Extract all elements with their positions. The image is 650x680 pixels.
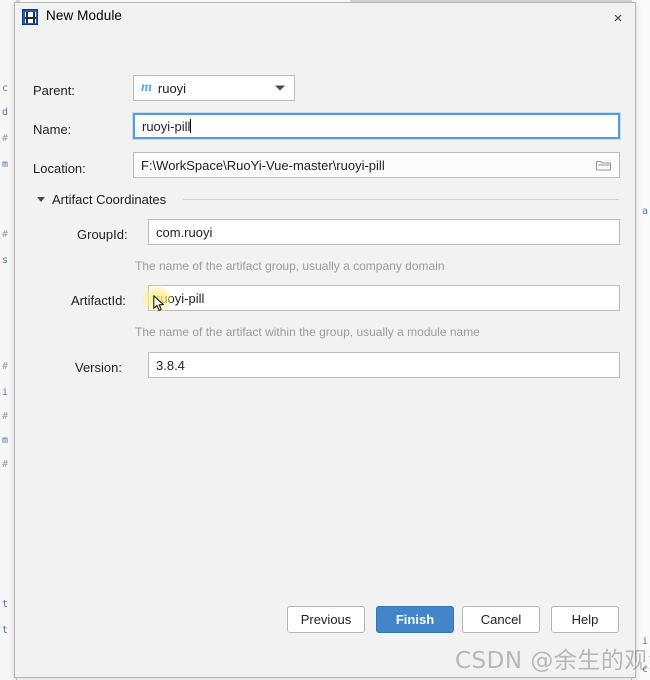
gutter-glyph: # — [2, 133, 9, 144]
dialog-body: Parent: m ruoyi Name: ruoyi-pill Locatio… — [15, 31, 635, 643]
finish-button[interactable]: Finish — [376, 606, 454, 633]
version-input-value: 3.8.4 — [156, 357, 185, 373]
gutter-glyph: m — [2, 435, 9, 446]
cancel-button[interactable]: Cancel — [462, 606, 540, 633]
location-input[interactable]: F:\WorkSpace\RuoYi-Vue-master\ruoyi-pill — [133, 152, 620, 178]
dialog-footer: Previous Finish Cancel Help — [15, 595, 635, 643]
version-label: Version: — [75, 360, 122, 375]
gutter-glyph: # — [2, 229, 9, 240]
gutter-glyph: c — [2, 83, 9, 94]
right-glyph: i — [641, 636, 648, 647]
screen: d # m # s # i # m # t t c a i c New Modu… — [0, 0, 650, 680]
gutter-glyph: d — [2, 107, 9, 118]
artifactid-label: ArtifactId: — [71, 293, 126, 308]
parent-label: Parent: — [33, 83, 75, 98]
gutter-glyph: t — [2, 625, 9, 636]
gutter-glyph: i — [2, 387, 9, 398]
new-module-dialog: New Module × Parent: m ruoyi Name: ruoyi… — [14, 2, 636, 678]
groupid-input-value: com.ruoyi — [156, 224, 213, 240]
groupid-hint: The name of the artifact group, usually … — [135, 259, 445, 273]
dialog-title: New Module — [46, 8, 123, 23]
close-icon[interactable]: × — [605, 6, 631, 30]
version-input[interactable]: 3.8.4 — [148, 352, 620, 378]
previous-button[interactable]: Previous — [287, 606, 365, 633]
gutter-glyph: # — [2, 361, 9, 372]
folder-icon[interactable] — [595, 159, 612, 171]
gutter-glyph: t — [2, 599, 9, 610]
name-input[interactable]: ruoyi-pill — [132, 112, 621, 140]
maven-module-icon: m — [141, 80, 152, 95]
section-divider — [183, 199, 619, 200]
name-label: Name: — [33, 122, 72, 137]
artifact-coordinates-title: Artifact Coordinates — [52, 192, 167, 207]
help-button[interactable]: Help — [551, 606, 619, 633]
gutter-glyph: # — [2, 459, 9, 470]
artifactid-hint: The name of the artifact within the grou… — [135, 325, 480, 339]
location-label: Location: — [33, 161, 86, 176]
dialog-titlebar: New Module × — [15, 3, 635, 31]
chevron-down-icon[interactable] — [275, 85, 285, 91]
location-input-value: F:\WorkSpace\RuoYi-Vue-master\ruoyi-pill — [141, 157, 385, 173]
gutter-glyph: # — [2, 411, 9, 422]
parent-value: ruoyi — [157, 80, 187, 96]
module-icon — [22, 9, 38, 25]
gutter-glyph: s — [2, 255, 9, 266]
gutter-glyph: m — [2, 159, 9, 170]
groupid-label: GroupId: — [77, 227, 128, 242]
name-input-value: ruoyi-pill — [142, 118, 191, 134]
artifactid-input-value: ruoyi-pill — [156, 290, 205, 306]
parent-combobox[interactable]: m ruoyi — [133, 75, 295, 101]
text-caret — [190, 119, 192, 133]
right-glyph: c — [641, 664, 648, 675]
triangle-down-icon[interactable] — [37, 197, 45, 202]
artifactid-input[interactable]: ruoyi-pill — [148, 285, 620, 311]
right-glyph: a — [641, 206, 648, 217]
artifact-coordinates-toggle[interactable]: Artifact Coordinates — [37, 192, 166, 207]
groupid-input[interactable]: com.ruoyi — [148, 219, 620, 245]
